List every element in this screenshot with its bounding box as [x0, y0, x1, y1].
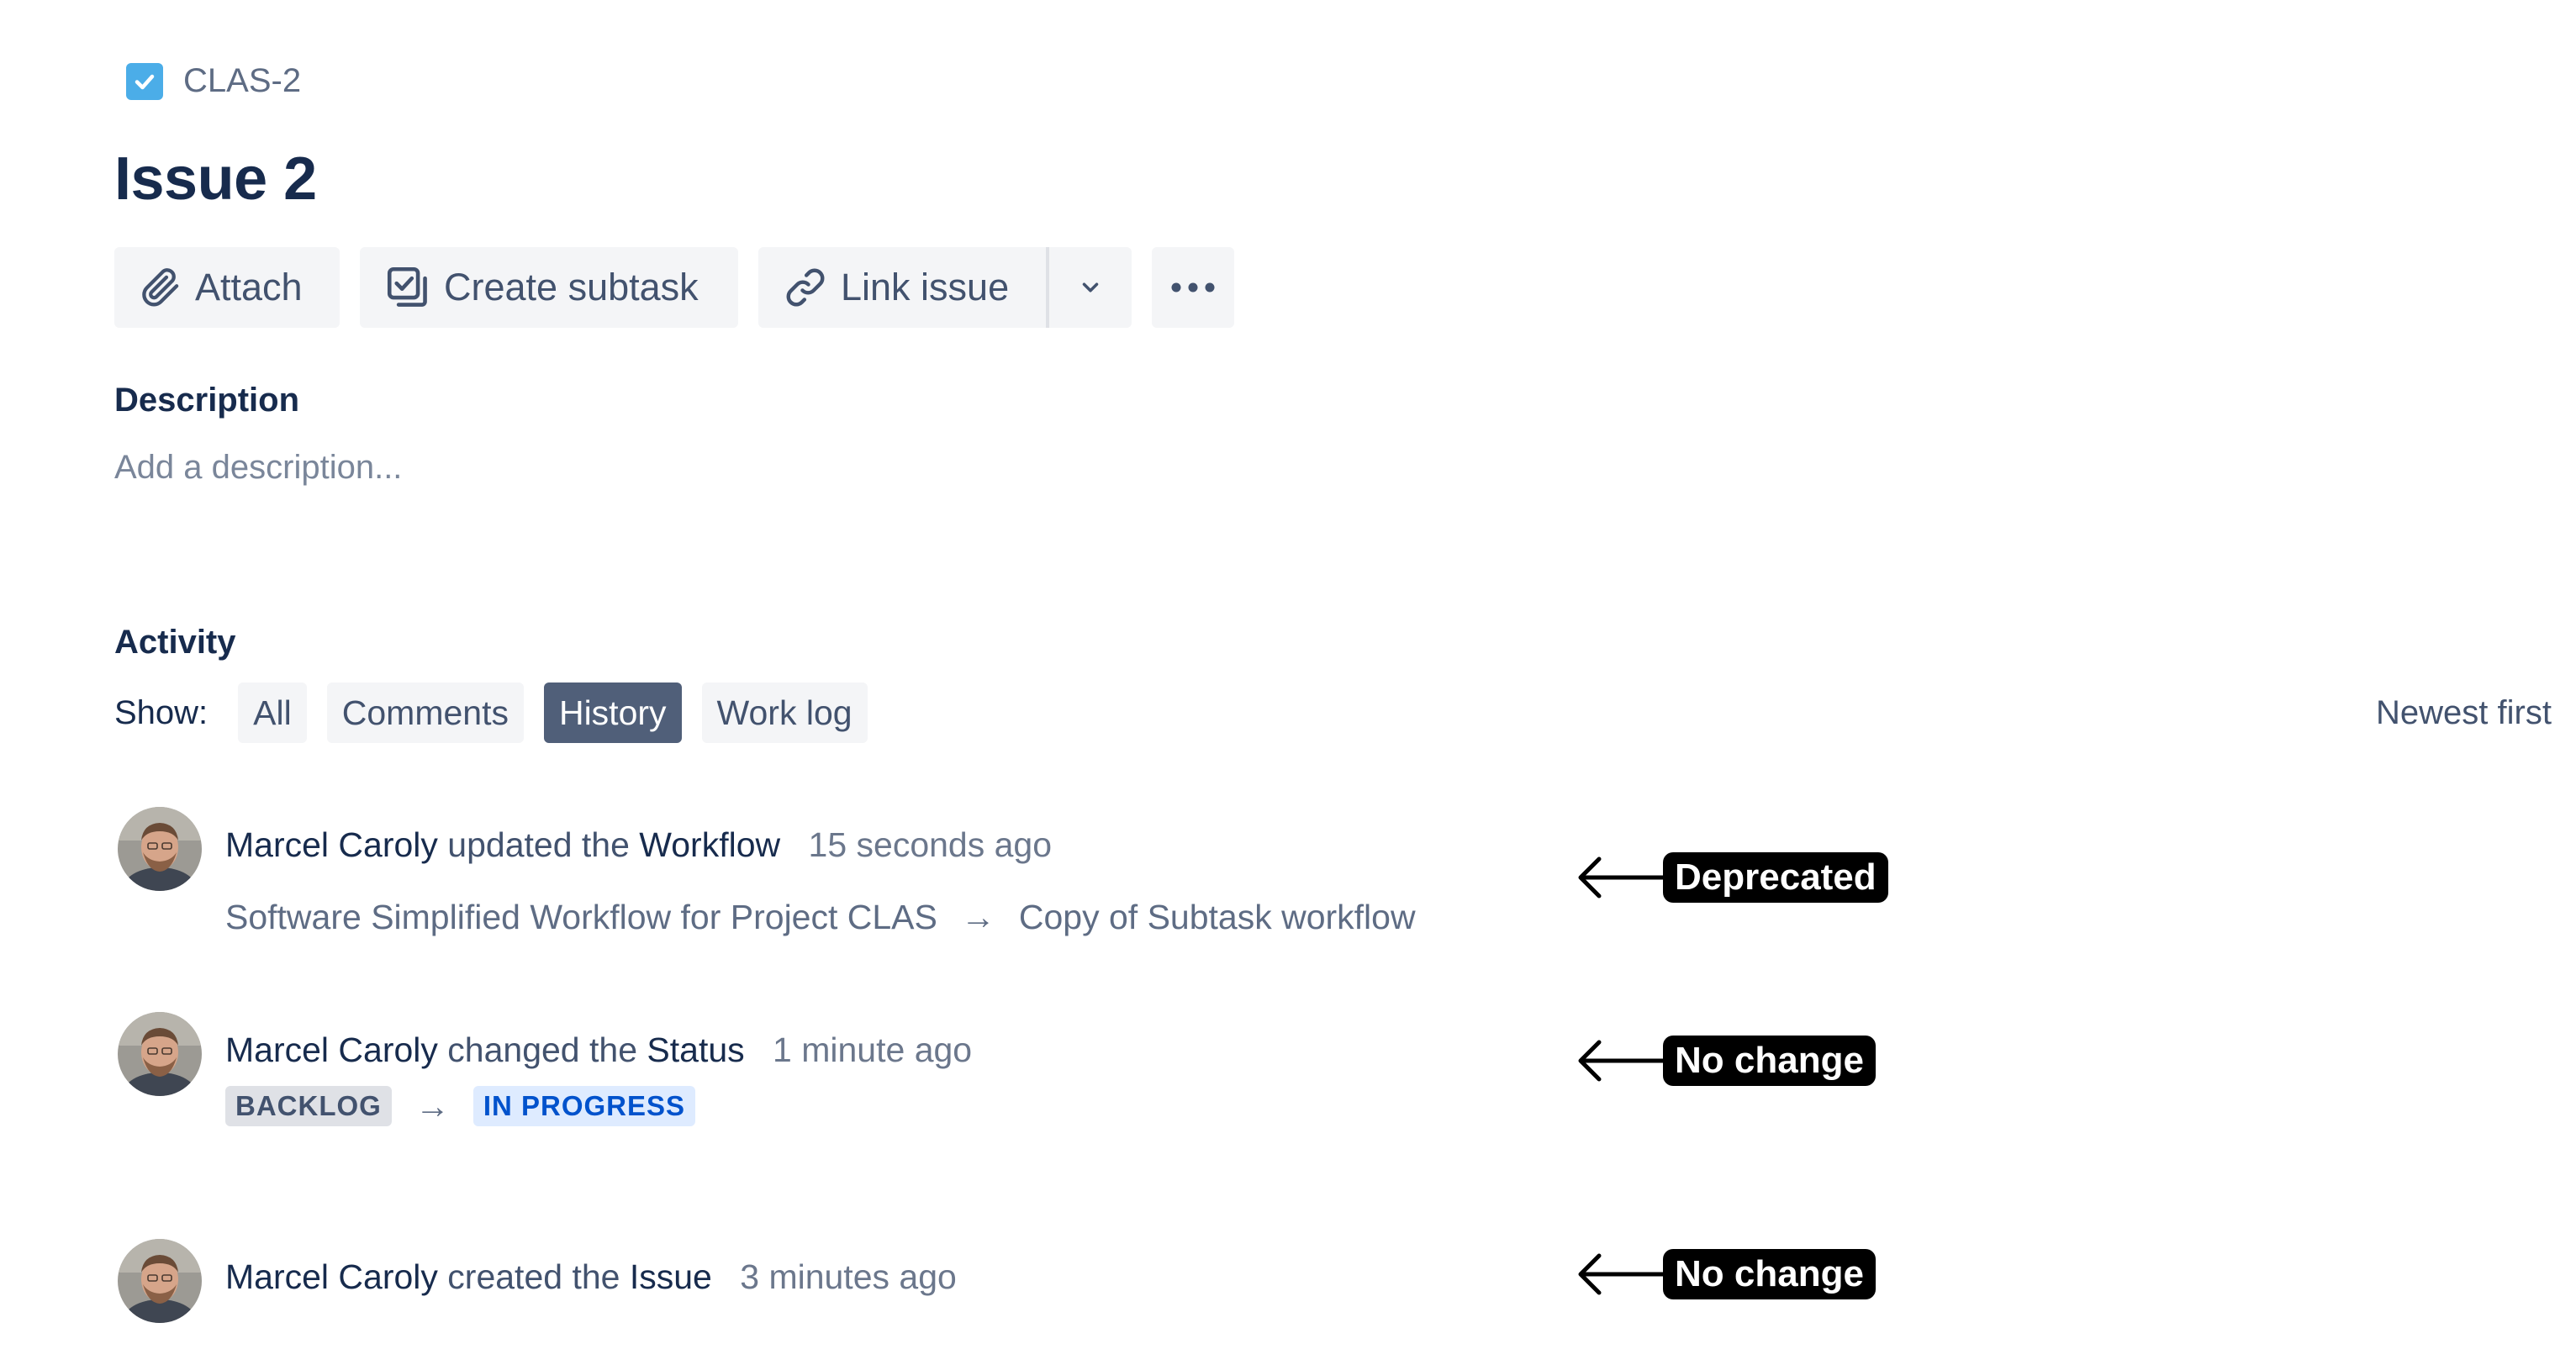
user-name-link[interactable]: Marcel Caroly [225, 825, 438, 864]
history-timestamp[interactable]: 1 minute ago [773, 1030, 972, 1069]
history-summary: Marcel Caroly changed the Status 1 minut… [225, 1030, 972, 1070]
history-field: Workflow [639, 825, 781, 864]
history-summary: Marcel Caroly updated the Workflow 15 se… [225, 825, 1052, 865]
show-label: Show: [114, 693, 209, 731]
old-value: Software Simplified Workflow for Project… [225, 898, 937, 936]
history-timestamp[interactable]: 3 minutes ago [740, 1257, 957, 1296]
annotation-label: No change [1663, 1249, 1876, 1299]
arrow-left-icon [1578, 1040, 1665, 1082]
create-subtask-label: Create subtask [444, 266, 699, 308]
arrow-left-icon [1578, 856, 1665, 899]
history-summary: Marcel Caroly created the Issue 3 minute… [225, 1257, 957, 1297]
chevron-down-icon [1082, 282, 1099, 292]
more-horizontal-icon [1171, 282, 1215, 292]
annotation-label: No change [1663, 1036, 1876, 1086]
attach-button[interactable]: Attach [114, 247, 340, 328]
filter-comments-button[interactable]: Comments [326, 682, 524, 743]
arrow-right-icon: → [960, 898, 995, 936]
paperclip-icon [142, 268, 179, 307]
status-lozenge-new: IN PROGRESS [472, 1086, 696, 1126]
avatar[interactable] [118, 1239, 202, 1323]
arrow-right-icon: → [414, 1086, 450, 1125]
arrow-left-icon [1578, 1253, 1665, 1295]
avatar[interactable] [118, 1012, 202, 1096]
issue-toolbar: Attach Create subtask Link issue [114, 247, 1234, 328]
filter-history-button[interactable]: History [543, 682, 682, 743]
description-heading: Description [114, 382, 300, 419]
sort-order-toggle[interactable]: Newest first [2376, 694, 2552, 732]
create-subtask-button[interactable]: Create subtask [360, 247, 738, 328]
breadcrumb: CLAS-2 [126, 62, 301, 100]
history-field: Issue [629, 1257, 712, 1296]
history-timestamp[interactable]: 15 seconds ago [809, 825, 1053, 864]
link-issue-dropdown-button[interactable] [1049, 247, 1132, 328]
history-change-detail: BACKLOG → IN PROGRESS [225, 1086, 696, 1126]
history-action: changed the [447, 1030, 637, 1069]
history-field: Status [647, 1030, 745, 1069]
history-action: created the [447, 1257, 620, 1296]
user-name-link[interactable]: Marcel Caroly [225, 1257, 438, 1296]
subtask-icon [387, 266, 427, 307]
link-icon [786, 268, 825, 307]
page-title[interactable]: Issue 2 [114, 145, 317, 213]
link-issue-label: Link issue [841, 266, 1010, 308]
activity-filter-bar: Show: All Comments History Work log [114, 682, 888, 743]
avatar[interactable] [118, 807, 202, 891]
link-issue-button[interactable]: Link issue [758, 247, 1046, 328]
task-checkbox-icon[interactable] [126, 62, 163, 100]
description-field[interactable]: Add a description... [114, 449, 402, 487]
activity-heading: Activity [114, 624, 236, 661]
issue-page: CLAS-2 Issue 2 Attach Create subtask Lin… [0, 0, 2576, 1365]
new-value: Copy of Subtask workflow [1018, 898, 1416, 936]
history-change-detail: Software Simplified Workflow for Project… [225, 898, 1416, 937]
annotation-no-change: No change [1576, 1036, 1876, 1086]
history-action: updated the [447, 825, 630, 864]
annotation-no-change: No change [1576, 1249, 1876, 1299]
annotation-label: Deprecated [1663, 852, 1888, 903]
issue-key-link[interactable]: CLAS-2 [183, 62, 301, 100]
attach-label: Attach [195, 266, 303, 308]
annotation-deprecated: Deprecated [1576, 852, 1888, 903]
more-actions-button[interactable] [1152, 247, 1234, 328]
filter-all-button[interactable]: All [238, 682, 307, 743]
filter-work-log-button[interactable]: Work log [701, 682, 868, 743]
user-name-link[interactable]: Marcel Caroly [225, 1030, 438, 1069]
status-lozenge-old: BACKLOG [225, 1086, 392, 1126]
